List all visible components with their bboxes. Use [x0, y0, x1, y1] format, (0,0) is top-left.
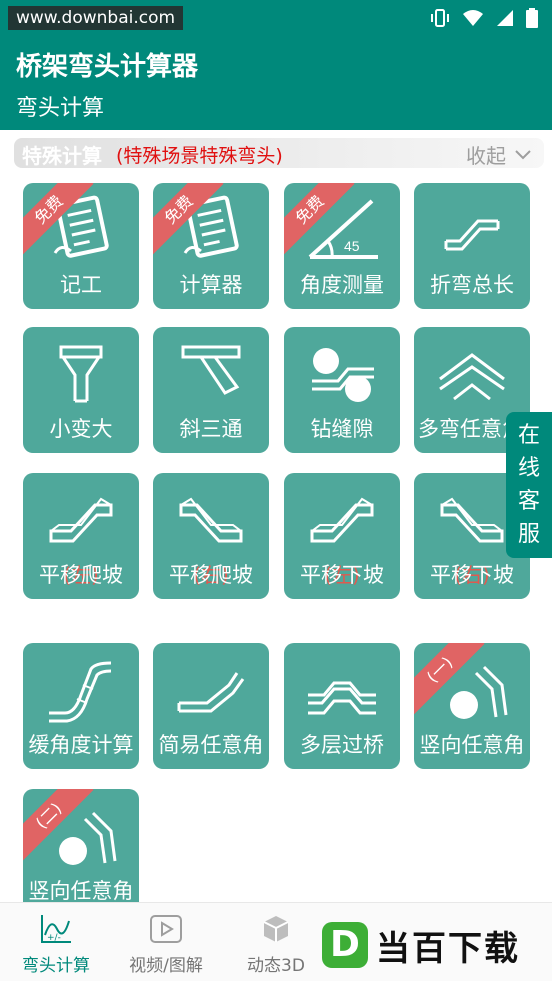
tile-label: 斜三通 [179, 417, 243, 441]
tile-reducer[interactable]: 小变大 [23, 327, 139, 453]
bend-icon [444, 219, 500, 251]
section-note: (特殊场景特殊弯头) [116, 145, 283, 167]
angle-value: 45 [344, 238, 360, 254]
drill-gap-icon [312, 348, 374, 402]
nav-dynamic-3d[interactable]: 动态3D [238, 903, 314, 982]
tile-shift-descend-left[interactable]: (左) 平移下坡 [284, 473, 400, 599]
nav-label: 弯头计算 [22, 956, 90, 976]
app-bar: 桥架弯头计算器 弯头计算 [0, 34, 552, 130]
nav-bend-calc[interactable]: +/- 弯头计算 [16, 903, 96, 982]
shift-descend-icon [310, 497, 374, 543]
tile-drill-gap[interactable]: 钻缝隙 [284, 327, 400, 453]
online-service-char: 线 [517, 456, 540, 481]
tile-label: 平移爬坡 [39, 563, 123, 587]
tile-multilayer-bridge[interactable]: 多层过桥 [284, 643, 400, 769]
tile-label: 折弯总长 [430, 273, 514, 297]
tile-simple-any-angle[interactable]: 简易任意角 [153, 643, 269, 769]
online-service-char: 客 [517, 489, 540, 514]
nav-video[interactable]: 视频/图解 [120, 903, 212, 982]
shift-climb-icon [49, 497, 113, 543]
oblique-tee-icon [181, 345, 241, 395]
bridge-icon [308, 681, 376, 715]
tile-label: 竖向任意角 [419, 733, 525, 757]
status-bar: www.downbai.com [0, 0, 552, 34]
chart-calc-icon: +/- [41, 915, 71, 943]
shift-descend-icon [440, 497, 504, 543]
tile-label: 平移下坡 [430, 563, 514, 587]
battery-icon [526, 8, 538, 28]
vibrate-icon [431, 9, 449, 27]
chevron-down-icon [515, 149, 531, 159]
tile-vertical-any-angle-2[interactable]: (二) 竖向任意角 [23, 789, 139, 902]
tile-vertical-any-angle-1[interactable]: (一) 竖向任意角 [414, 643, 530, 769]
online-service-button[interactable]: 在 线 客 服 [506, 412, 552, 558]
wifi-icon [463, 10, 483, 26]
signal-icon [497, 10, 513, 26]
tile-gentle-angle[interactable]: 缓角度计算 [23, 643, 139, 769]
tile-label: 竖向任意角 [28, 879, 134, 902]
simple-angle-icon [177, 672, 245, 713]
tile-shift-climb-left[interactable]: (左) 平移爬坡 [23, 473, 139, 599]
gentle-angle-icon [49, 661, 112, 723]
brand-watermark: D 当百下载 [322, 920, 520, 970]
status-icons [430, 8, 538, 28]
collapse-label: 收起 [466, 144, 506, 168]
tile-oblique-tee[interactable]: 斜三通 [153, 327, 269, 453]
app-title: 桥架弯头计算器 [16, 52, 199, 82]
cube-3d-icon [263, 916, 289, 942]
nav-label: 动态3D [247, 956, 305, 976]
brand-logo: D [322, 922, 368, 968]
tile-label: 缓角度计算 [28, 733, 134, 757]
tile-label: 钻缝隙 [310, 417, 374, 441]
main-content[interactable]: 特殊计算 (特殊场景特殊弯头) 收起 免费 记工 免费 计算器 45 免费 角度… [0, 130, 552, 902]
tile-label: 角度测量 [300, 273, 384, 297]
brand-text: 当百下载 [376, 928, 520, 969]
tile-record-work[interactable]: 免费 记工 [23, 183, 139, 309]
online-service-char: 在 [517, 423, 540, 448]
tile-label: 计算器 [179, 273, 243, 297]
tile-label: 简易任意角 [158, 733, 264, 757]
tile-angle-measure[interactable]: 45 免费 角度测量 [284, 183, 400, 309]
page-subtitle: 弯头计算 [16, 96, 105, 121]
online-service-char: 服 [517, 522, 540, 547]
nav-label: 视频/图解 [129, 956, 203, 976]
watermark: www.downbai.com [8, 6, 184, 30]
tile-label: 平移爬坡 [169, 563, 253, 587]
tile-label: 平移下坡 [300, 563, 384, 587]
svg-text:+/-: +/- [47, 933, 61, 943]
shift-climb-icon [179, 497, 243, 543]
video-icon [150, 915, 182, 943]
collapse-button[interactable]: 收起 [466, 140, 532, 169]
tile-shift-climb-right[interactable]: (右) 平移爬坡 [153, 473, 269, 599]
tile-label: 小变大 [49, 417, 113, 441]
section-header-special[interactable]: 特殊计算 (特殊场景特殊弯头) 收起 [14, 138, 544, 168]
reducer-icon [59, 345, 103, 403]
multi-bend-icon [439, 353, 505, 401]
section-title: 特殊计算 [22, 144, 102, 168]
tile-label: 多层过桥 [300, 733, 384, 757]
tile-calculator[interactable]: 免费 计算器 [153, 183, 269, 309]
tile-label: 记工 [60, 273, 102, 297]
tile-bend-total-length[interactable]: 折弯总长 [414, 183, 530, 309]
